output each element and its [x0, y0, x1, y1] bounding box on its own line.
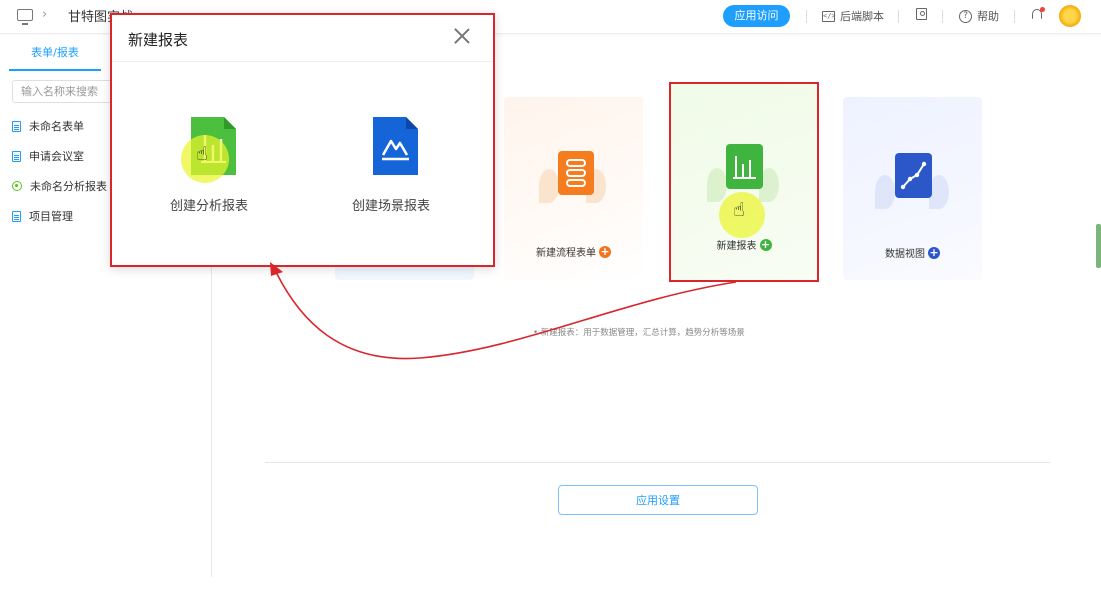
- doc-icon: [12, 210, 21, 222]
- divider: [112, 61, 493, 62]
- annotation-highlight-frame: [669, 82, 819, 282]
- card-label: 新建流程表单: [536, 248, 596, 259]
- search-input[interactable]: [12, 80, 122, 103]
- sidebar-item-label: 申请会议室: [29, 150, 84, 163]
- monitor-icon[interactable]: [17, 9, 33, 25]
- divider: [898, 10, 899, 23]
- help-button[interactable]: ? 帮助: [959, 8, 999, 24]
- process-form-icon: [558, 151, 594, 195]
- divider: [265, 462, 1050, 463]
- sidebar-item-label: 未命名分析报表: [30, 180, 107, 193]
- divider: [1014, 10, 1015, 23]
- data-view-card[interactable]: 数据视图 +: [843, 97, 982, 280]
- option-label: 创建分析报表: [169, 199, 248, 214]
- sidebar-item[interactable]: 申请会议室: [12, 147, 84, 165]
- scrollbar[interactable]: [1096, 224, 1101, 268]
- scene-report-icon: [373, 117, 418, 175]
- hint-text: • 新建报表：用于数据管理，汇总计算，趋势分析等场景: [533, 328, 745, 338]
- sidebar-item-label: 未命名表单: [29, 120, 84, 133]
- data-view-icon: [895, 153, 932, 198]
- divider: [806, 10, 807, 23]
- plus-icon: +: [928, 245, 940, 259]
- avatar[interactable]: [1059, 5, 1081, 27]
- bell-icon[interactable]: [1031, 7, 1045, 21]
- plus-icon: +: [599, 244, 611, 258]
- app-settings-button[interactable]: 应用设置: [558, 485, 758, 515]
- app-visit-button[interactable]: 应用访问: [723, 5, 790, 27]
- divider: [942, 10, 943, 23]
- help-label: 帮助: [977, 10, 999, 23]
- user-card-icon: [916, 8, 927, 20]
- doc-icon: [12, 150, 21, 162]
- backend-script-button[interactable]: </> 后端脚本: [822, 8, 884, 24]
- report-ring-icon: [12, 181, 22, 191]
- close-icon[interactable]: [452, 26, 472, 46]
- tab-forms-reports[interactable]: 表单/报表: [9, 42, 101, 71]
- help-icon: ?: [959, 9, 972, 23]
- new-process-form-card[interactable]: 新建流程表单 +: [504, 97, 643, 280]
- sidebar-item[interactable]: 项目管理: [12, 207, 73, 225]
- chevron-right-icon: ›: [42, 7, 48, 22]
- code-icon: </>: [822, 10, 836, 22]
- hand-cursor-icon: ☝: [196, 143, 208, 165]
- card-label: 数据视图: [885, 249, 925, 260]
- dialog-title: 新建报表: [128, 31, 189, 49]
- doc-icon: [12, 120, 21, 132]
- user-card-button[interactable]: [916, 8, 927, 20]
- new-report-dialog: 新建报表 创建分析报表 创建场景报表: [110, 13, 495, 267]
- sidebar-item[interactable]: 未命名表单: [12, 117, 84, 135]
- create-scene-report-option[interactable]: 创建场景报表: [326, 115, 456, 225]
- option-label: 创建场景报表: [351, 199, 430, 214]
- sidebar-item[interactable]: 未命名分析报表: [12, 177, 107, 195]
- notification-dot: [1040, 7, 1045, 12]
- sidebar-item-label: 项目管理: [29, 210, 73, 223]
- hand-cursor-icon: ☝: [733, 199, 745, 221]
- backend-script-label: 后端脚本: [840, 10, 884, 23]
- app-window: › 甘特图实战 应用访问 </> 后端脚本 ? 帮助 表单/报表 未命名表单: [0, 0, 1101, 594]
